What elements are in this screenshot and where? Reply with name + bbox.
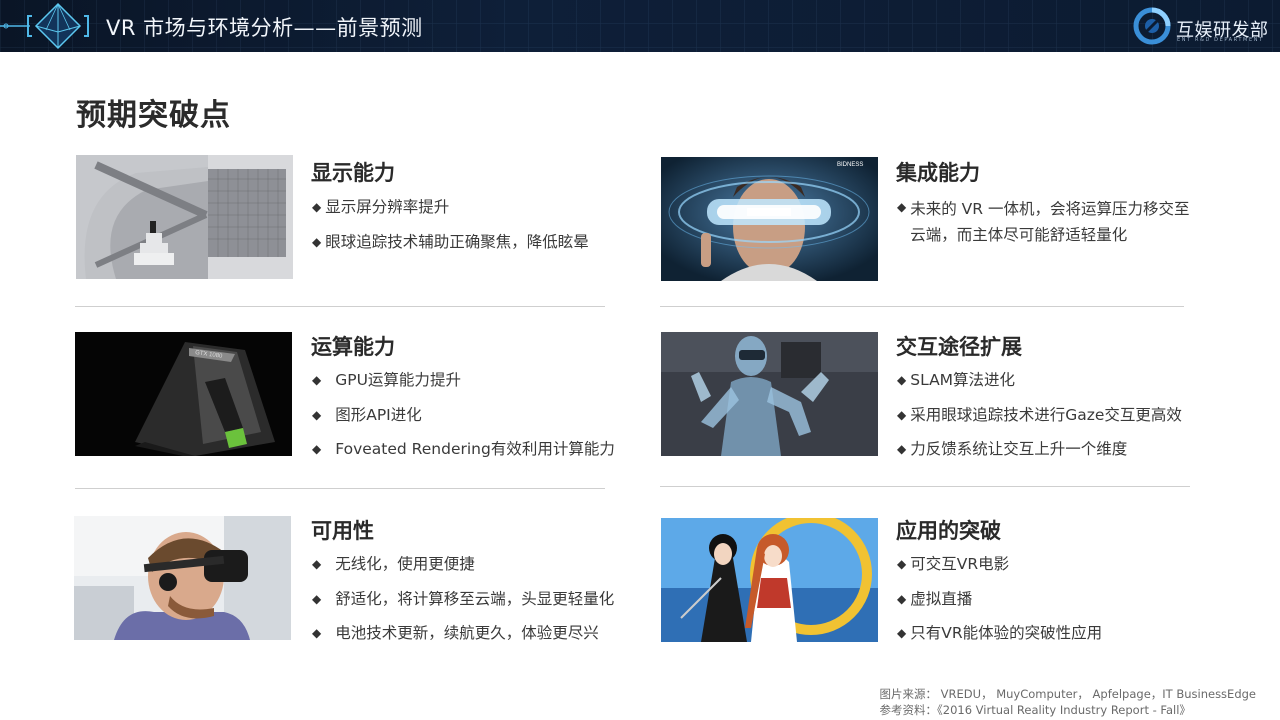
usability-illustration-image <box>74 516 291 640</box>
section-heading: 集成能力 <box>896 161 980 185</box>
crystal-logo-icon <box>0 2 89 50</box>
diamond-bullet-icon: ◆ <box>312 234 322 249</box>
section-heading: 可用性 <box>311 519 374 543</box>
list-item: ◆ 图形API进化 <box>312 405 422 424</box>
slide-header-title: VR 市场与环境分析——前景预测 <box>106 16 423 40</box>
section-heading: 显示能力 <box>311 161 395 185</box>
divider <box>660 306 1184 307</box>
diamond-bullet-icon: ◆ <box>312 557 322 571</box>
diamond-bullet-icon: ◆ <box>897 591 907 606</box>
source-citation: 图片来源： VREDU， MuyComputer， Apfelpage，IT B… <box>880 686 1256 718</box>
page-title: 预期突破点 <box>76 98 231 133</box>
section-heading: 交互途径扩展 <box>896 335 1022 359</box>
brand-swirl-icon <box>1133 7 1171 45</box>
list-item: ◆ SLAM算法进化 <box>897 371 1016 389</box>
list-item: ◆ 采用眼球追踪技术进行Gaze交互更高效 <box>897 405 1182 424</box>
list-item: ◆ 未来的 VR 一体机，会将运算压力移交至云端，而主体尽可能舒适轻量化 <box>897 196 1190 248</box>
diamond-bullet-icon: ◆ <box>312 626 322 640</box>
integration-illustration-image: BIDNESS <box>661 157 878 281</box>
list-item: ◆ 眼球追踪技术辅助正确聚焦，降低眩晕 <box>312 232 589 251</box>
list-item: ◆ 力反馈系统让交互上升一个维度 <box>897 440 1128 458</box>
list-item: ◆ 显示屏分辨率提升 <box>312 198 450 216</box>
diamond-bullet-icon: ◆ <box>312 373 322 387</box>
brand-subtitle: ENT R&D DEPARTMENT <box>1177 37 1264 43</box>
diamond-bullet-icon: ◆ <box>897 373 907 387</box>
diamond-bullet-icon: ◆ <box>312 591 322 606</box>
diamond-bullet-icon: ◆ <box>897 557 907 571</box>
list-item: ◆ 只有VR能体验的突破性应用 <box>897 624 1103 642</box>
gpu-illustration-image: GTX 1080 <box>75 332 292 456</box>
diamond-bullet-icon: ◆ <box>897 626 907 640</box>
reference-line: 参考资料：《2016 Virtual Reality Industry Repo… <box>879 703 1191 717</box>
section-heading: 运算能力 <box>311 335 395 359</box>
image-watermark: BIDNESS <box>837 162 863 168</box>
list-item: ◆ 电池技术更新，续航更久，体验更尽兴 <box>312 624 599 642</box>
list-item: ◆ 可交互VR电影 <box>897 555 1010 573</box>
list-item: ◆ 舒适化，将计算移至云端，头显更轻量化 <box>312 589 615 608</box>
diamond-bullet-icon: ◆ <box>312 442 322 456</box>
divider <box>75 488 605 489</box>
divider <box>75 306 605 307</box>
list-item: ◆ GPU运算能力提升 <box>312 371 461 389</box>
display-illustration-image <box>76 155 293 279</box>
header-bar: VR 市场与环境分析——前景预测 互娱研发部 ENT R&D DEPARTMEN… <box>0 0 1280 52</box>
list-item: ◆ Foveated Rendering有效利用计算能力 <box>312 440 615 458</box>
list-item: ◆ 无线化，使用更便捷 <box>312 555 475 573</box>
interaction-illustration-image <box>661 332 878 456</box>
diamond-bullet-icon: ◆ <box>312 200 322 214</box>
diamond-bullet-icon: ◆ <box>312 407 322 422</box>
brand-logo: 互娱研发部 ENT R&D DEPARTMENT <box>1132 4 1272 48</box>
applications-illustration-image <box>661 518 878 642</box>
section-heading: 应用的突破 <box>896 519 1001 543</box>
divider <box>660 486 1190 487</box>
diamond-bullet-icon: ◆ <box>897 200 907 214</box>
image-source-line: 图片来源： VREDU， MuyComputer， Apfelpage，IT B… <box>879 687 1256 701</box>
diamond-bullet-icon: ◆ <box>897 442 907 456</box>
list-item: ◆ 虚拟直播 <box>897 589 973 608</box>
diamond-bullet-icon: ◆ <box>897 407 907 422</box>
